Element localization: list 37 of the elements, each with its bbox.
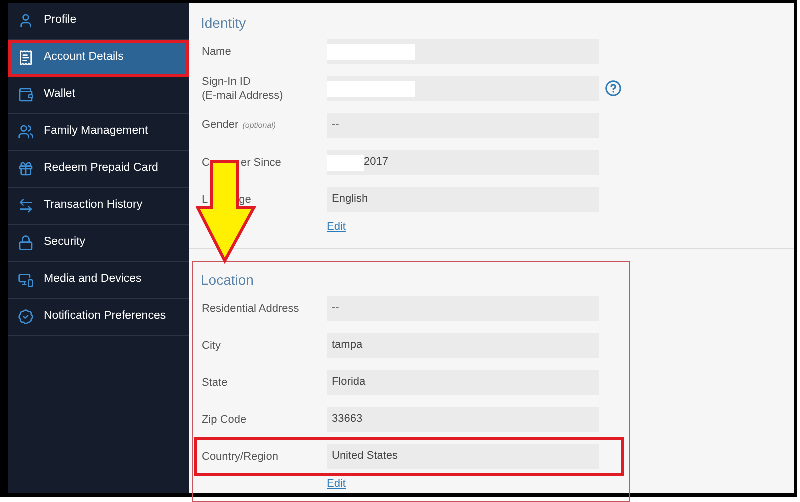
badge-icon [18, 309, 34, 325]
help-icon[interactable] [605, 80, 622, 97]
wallet-icon [18, 87, 34, 103]
value-field: -- [327, 296, 599, 321]
section-title: Identity [201, 14, 248, 33]
field-label: City [202, 338, 222, 352]
field-label: (E-mail Address) [202, 88, 284, 102]
field-label: State [202, 376, 229, 390]
field-label: er Since [240, 156, 282, 170]
optional-note: (optional) [242, 121, 276, 130]
value-field: United States [327, 444, 599, 469]
field-label: C [202, 156, 210, 170]
gift-icon [18, 161, 34, 177]
sidebar-item[interactable]: Account Details [8, 40, 189, 77]
value-field: -- [327, 113, 599, 138]
field-label: ge [239, 192, 252, 206]
section-title: Location [201, 271, 255, 290]
field-label: Name [202, 44, 232, 58]
devices-icon [18, 272, 34, 288]
value-field: Florida [327, 370, 599, 395]
field-label: Gender (optional) [202, 118, 278, 133]
document-icon [18, 50, 34, 66]
field-label: Country/Region [202, 450, 280, 464]
field-label: Residential Address [202, 302, 300, 316]
value-field: English [327, 187, 599, 212]
value-field: 2017 [327, 150, 599, 175]
people-icon [18, 124, 34, 140]
edit-link[interactable]: Edit [327, 477, 346, 491]
value-field: 33663 [327, 407, 599, 432]
field-label: L [202, 192, 208, 206]
lock-icon [18, 235, 34, 251]
field-label: Sign-In ID [202, 74, 252, 88]
user-icon [18, 13, 34, 29]
edit-link[interactable]: Edit [327, 220, 346, 234]
field-label: Zip Code [202, 412, 248, 426]
arrows-icon [18, 198, 34, 214]
value-field: tampa [327, 333, 599, 358]
